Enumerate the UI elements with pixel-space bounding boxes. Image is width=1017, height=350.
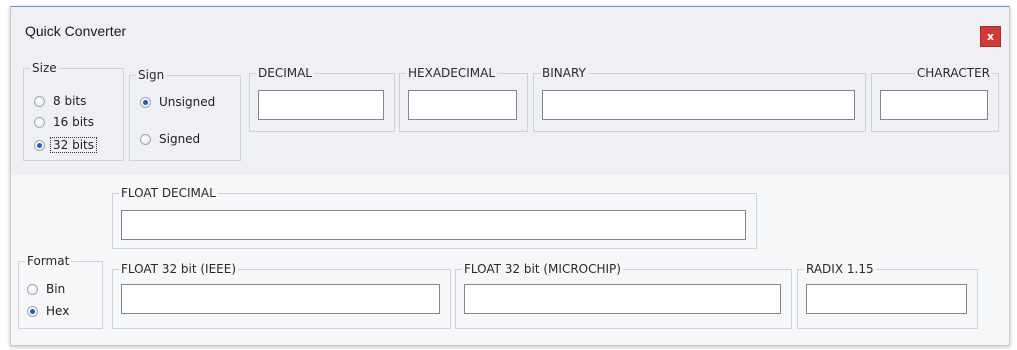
size-32-bits-label: 32 bits [50,137,97,153]
decimal-label: DECIMAL [256,66,314,80]
format-group: Format Bin Hex [18,254,103,329]
size-16-bits-radio-button[interactable] [34,116,45,128]
format-bin-radio[interactable]: Bin [27,282,65,296]
format-bin-label: Bin [46,282,66,296]
hexadecimal-label: HEXADECIMAL [406,66,498,80]
format-hex-radio-button[interactable] [27,305,38,317]
size-8-bits-label: 8 bits [53,94,87,108]
size-32-bits-radio-button[interactable] [34,139,45,151]
size-group: Size 8 bits 16 bits 32 bits [23,61,124,161]
sign-unsigned-radio-button[interactable] [140,96,151,108]
radix-115-input[interactable] [806,284,967,314]
sign-signed-label: Signed [159,132,201,146]
quick-converter-window: Quick Converter x Size 8 bits 16 bits 32… [10,6,1010,346]
sign-unsigned-radio[interactable]: Unsigned [140,95,215,109]
close-button[interactable]: x [980,26,1001,47]
decimal-group: DECIMAL [249,66,395,132]
size-8-bits-radio-button[interactable] [34,95,45,107]
format-hex-radio[interactable]: Hex [27,304,69,318]
size-16-bits-radio[interactable]: 16 bits [34,115,94,129]
radix-115-group: RADIX 1.15 [797,262,978,329]
radix-115-label: RADIX 1.15 [804,262,876,276]
sign-unsigned-label: Unsigned [159,95,216,109]
float32-microchip-input[interactable] [464,284,781,314]
sign-signed-radio[interactable]: Signed [140,132,200,146]
size-8-bits-radio[interactable]: 8 bits [34,94,86,108]
float32-ieee-input[interactable] [121,284,440,314]
size-16-bits-label: 16 bits [53,115,94,129]
character-group: CHARACTER [871,66,999,132]
sign-group: Sign Unsigned Signed [129,68,241,161]
float-decimal-label: FLOAT DECIMAL [119,186,218,200]
sign-signed-radio-button[interactable] [140,133,151,145]
character-input[interactable] [880,90,988,120]
decimal-input[interactable] [258,90,384,120]
sign-group-legend: Sign [136,68,167,82]
character-label: CHARACTER [914,66,992,80]
format-hex-label: Hex [46,304,70,318]
float-decimal-input[interactable] [121,210,746,240]
window-title: Quick Converter [25,23,127,39]
float32-ieee-label: FLOAT 32 bit (IEEE) [119,262,239,276]
size-32-bits-radio[interactable]: 32 bits [34,137,97,153]
float32-ieee-group: FLOAT 32 bit (IEEE) [112,262,451,329]
format-bin-radio-button[interactable] [27,283,38,295]
float32-microchip-group: FLOAT 32 bit (MICROCHIP) [455,262,792,329]
float-section: FLOAT DECIMAL Format Bin Hex FLOAT 32 bi… [11,175,1009,345]
format-group-legend: Format [25,254,72,268]
binary-label: BINARY [540,66,588,80]
hexadecimal-input[interactable] [408,90,517,120]
binary-input[interactable] [542,90,855,120]
float32-microchip-label: FLOAT 32 bit (MICROCHIP) [462,262,623,276]
hexadecimal-group: HEXADECIMAL [399,66,528,132]
binary-group: BINARY [533,66,866,132]
float-decimal-group: FLOAT DECIMAL [112,186,757,249]
size-group-legend: Size [30,61,59,75]
